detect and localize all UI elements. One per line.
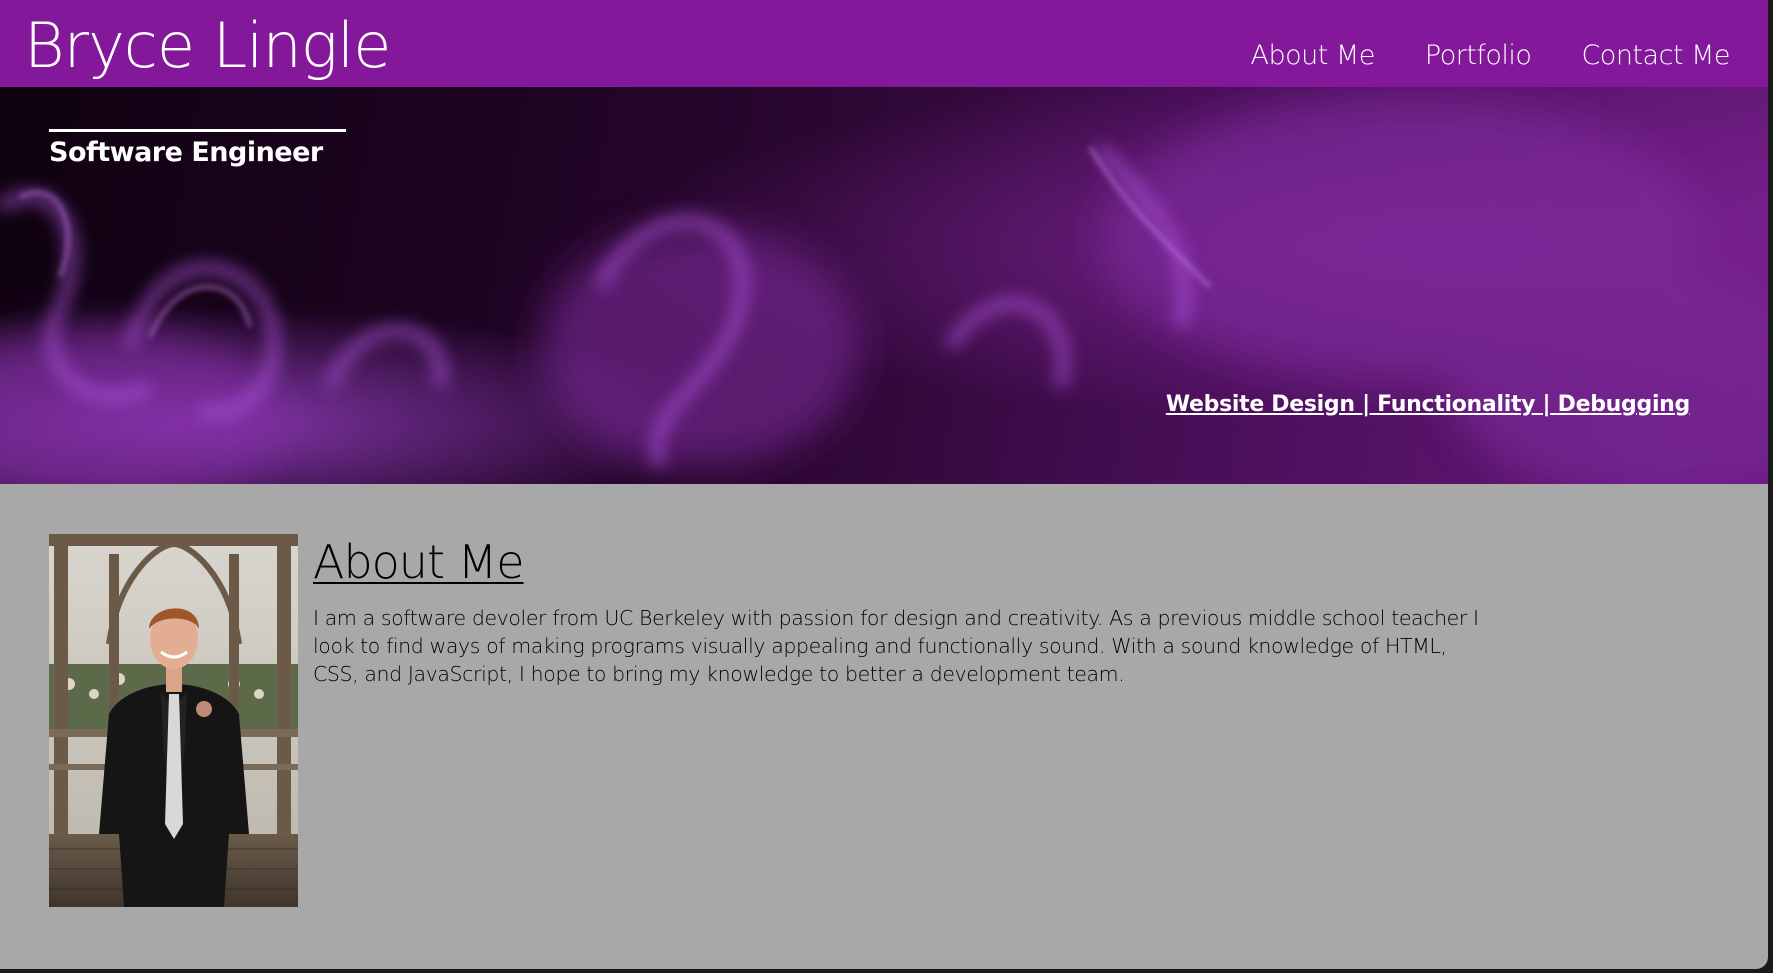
main-nav: About Me Portfolio Contact Me (1251, 36, 1731, 76)
about-paragraph: I am a software devoler from UC Berkeley… (313, 606, 1479, 686)
site-header: Bryce Lingle About Me Portfolio Contact … (0, 0, 1768, 87)
profile-photo-image (49, 534, 298, 907)
hero-role-title: Software Engineer (49, 137, 323, 168)
hero-banner: Software Engineer Website Design | Funct… (0, 87, 1768, 484)
divider (49, 129, 346, 132)
about-section: About Me I am a software devoler from UC… (0, 484, 1768, 969)
profile-photo (49, 534, 298, 907)
about-content: About Me I am a software devoler from UC… (313, 534, 1483, 688)
page: Bryce Lingle About Me Portfolio Contact … (0, 0, 1773, 973)
site-title: Bryce Lingle (24, 9, 391, 82)
page-content: Bryce Lingle About Me Portfolio Contact … (0, 0, 1768, 969)
hero-role-block: Software Engineer (49, 129, 346, 170)
nav-link-portfolio[interactable]: Portfolio (1425, 36, 1532, 76)
about-heading: About Me (313, 535, 525, 589)
skills-link[interactable]: Website Design | Functionality | Debuggi… (1166, 392, 1690, 417)
nav-link-contact-me[interactable]: Contact Me (1581, 36, 1730, 76)
nav-link-about-me[interactable]: About Me (1251, 36, 1376, 76)
